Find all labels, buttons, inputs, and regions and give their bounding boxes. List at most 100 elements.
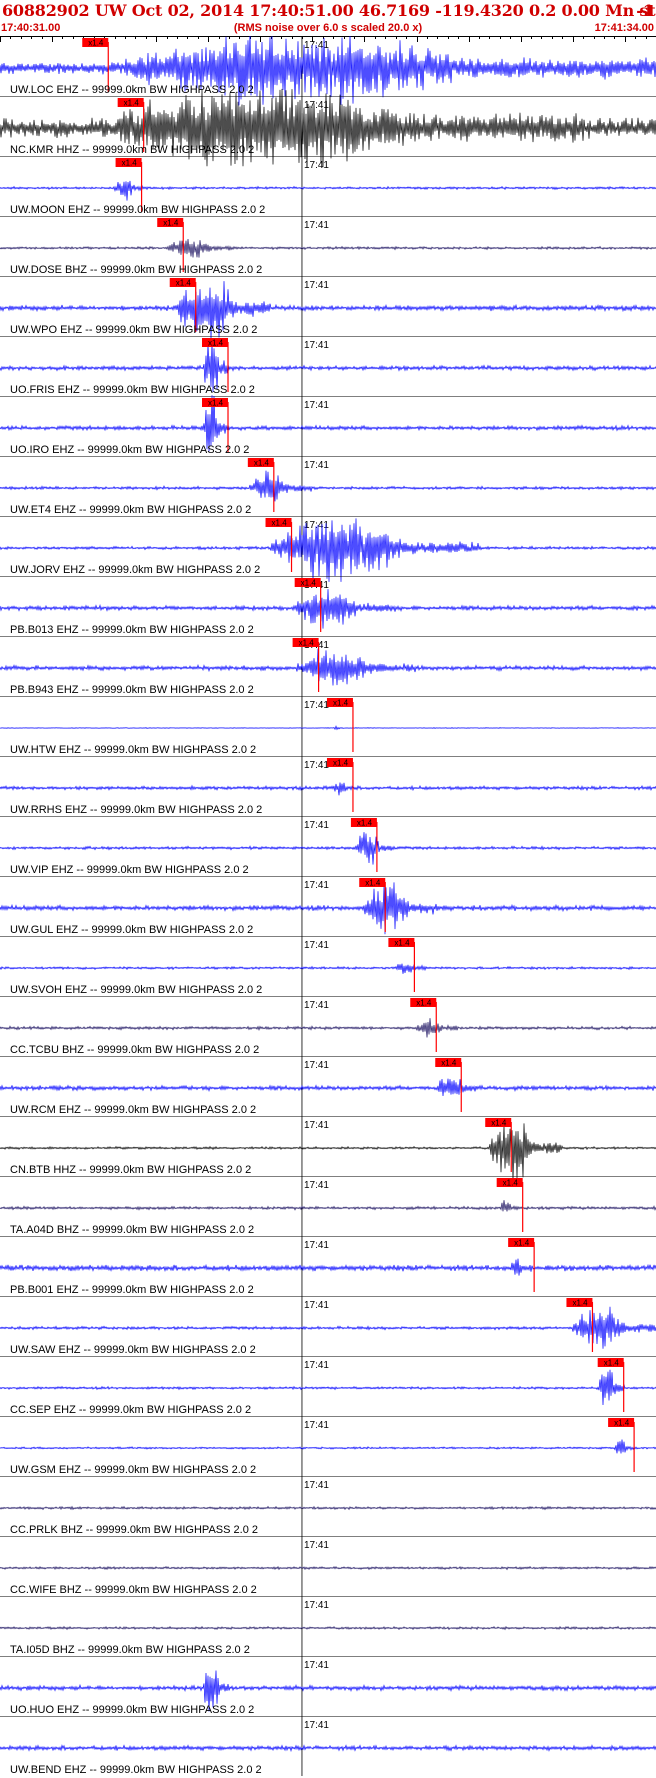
pick-label: x1.4 — [365, 879, 381, 888]
pick-label: x1.4 — [333, 699, 349, 708]
trace-waveform — [0, 1565, 656, 1571]
trace-waveform — [0, 1744, 656, 1753]
trace-row: 17:41 x1.4 UW.VIP EHZ -- 99999.0km BW HIGH… — [0, 816, 656, 876]
trace-row: 17:41 x1.4 UW.GUL EHZ -- 99999.0km BW HIGH… — [0, 876, 656, 936]
station-label: CC.PRLK BHZ -- 99999.0km BW HIGHPASS 2.0… — [10, 1524, 258, 1536]
trace-waveform — [0, 963, 656, 974]
pick-label: x1.4 — [514, 1239, 530, 1248]
pick-label: x1.4 — [124, 99, 140, 108]
pick-label: x1.4 — [614, 1419, 630, 1428]
trace-row: 17:41 x1.4 UW.SVOH EHZ -- 99999.0km BW HIG… — [0, 936, 656, 996]
minute-label: 17:41 — [304, 220, 329, 231]
trace-row: 17:41 x1.4 UO.FRIS EHZ -- 99999.0km BW HIG… — [0, 336, 656, 396]
station-label: UO.HUO EHZ -- 99999.0km BW HIGHPASS 2.0 … — [10, 1704, 254, 1716]
trace-waveform — [0, 1369, 656, 1406]
pick-label: x1.4 — [208, 339, 224, 348]
station-label: PB.B001 EHZ -- 99999.0km BW HIGHPASS 2.0… — [10, 1284, 254, 1296]
trace-waveform — [0, 1258, 656, 1276]
pick-label: x1.4 — [299, 639, 315, 648]
trace-waveform — [0, 832, 656, 865]
station-label: CN.BTB HHZ -- 99999.0km BW HIGHPASS 2.0 … — [10, 1164, 251, 1176]
trace-row: 17:41 x1.4 PB.B001 EHZ -- 99999.0km BW HIG… — [0, 1236, 656, 1296]
trace-row: 17:41x1.4UW.LOC EHZ -- 99999.0km BW HIGH… — [0, 36, 656, 106]
station-label: UW.WPO EHZ -- 99999.0km BW HIGHPASS 2.0 … — [10, 324, 257, 336]
minute-label: 17:41 — [304, 760, 329, 771]
trace-row: 17:41 x1.4 CC.SEP EHZ -- 99999.0km BW HIGH… — [0, 1356, 656, 1416]
trace-row: 17:41 UO.HUO EHZ -- 99999.0km BW HIGHPASS… — [0, 1656, 656, 1716]
end-time: 17:41:34.00 — [594, 22, 654, 34]
pick-label: x1.4 — [88, 39, 104, 48]
station-label: CC.SEP EHZ -- 99999.0km BW HIGHPASS 2.0 … — [10, 1404, 251, 1416]
trace-row: 17:41 x1.4 UW.WPO EHZ -- 99999.0km BW HIGH… — [0, 276, 656, 341]
station-label: UW.MOON EHZ -- 99999.0km BW HIGHPASS 2.0… — [10, 204, 265, 216]
station-label: UW.HTW EHZ -- 99999.0km BW HIGHPASS 2.0 … — [10, 744, 256, 756]
minute-label: 17:41 — [304, 400, 329, 411]
station-label: CC.WIFE BHZ -- 99999.0km BW HIGHPASS 2.0… — [10, 1584, 257, 1596]
trace-waveform — [0, 1078, 656, 1097]
trace-row: 17:41 x1.4 CN.BTB HHZ -- 99999.0km BW HIGH… — [0, 1116, 656, 1181]
station-label: UO.IRO EHZ -- 99999.0km BW HIGHPASS 2.0 … — [10, 444, 249, 456]
station-label: NC.KMR HHZ -- 99999.0km BW HIGHPASS 2.0 … — [10, 144, 254, 156]
minute-label: 17:41 — [304, 340, 329, 351]
station-label: UW.GUL EHZ -- 99999.0km BW HIGHPASS 2.0 … — [10, 924, 253, 936]
station-label: PB.B943 EHZ -- 99999.0km BW HIGHPASS 2.0… — [10, 684, 254, 696]
trace-row: 17:41x1.4PB.B013 EHZ -- 99999.0km BW HIG… — [0, 576, 656, 636]
minute-label: 17:41 — [304, 1360, 329, 1371]
trace-waveform — [0, 238, 656, 258]
minute-label: 17:41 — [304, 700, 329, 711]
station-label: UW.BEND EHZ -- 99999.0km BW HIGHPASS 2.0… — [10, 1764, 262, 1776]
trace-waveform — [0, 648, 656, 686]
pick-label: x1.4 — [604, 1359, 620, 1368]
minute-label: 17:41 — [304, 460, 329, 471]
trace-row: 17:41 x1.4 UW.HTW EHZ -- 99999.0km BW HIGH… — [0, 696, 656, 756]
pick-label: x1.4 — [333, 759, 349, 768]
pick-label: x1.4 — [254, 459, 270, 468]
minute-label: 17:41 — [304, 1120, 329, 1131]
trace-row: 17:41 x1.4 UW.MOON EHZ -- 99999.0km BW HIG… — [0, 156, 656, 216]
minute-label: 17:41 — [304, 1240, 329, 1251]
pick-label: x1.4 — [572, 1299, 588, 1308]
trace-waveform — [0, 589, 656, 629]
minute-label: 17:41 — [304, 1180, 329, 1191]
minute-label: 17:41 — [304, 1060, 329, 1071]
pick-label: x1.4 — [491, 1119, 507, 1128]
station-label: UW.RCM EHZ -- 99999.0km BW HIGHPASS 2.0 … — [10, 1104, 256, 1116]
minute-label: 17:41 — [304, 1540, 329, 1551]
minute-label: 17:41 — [304, 1660, 329, 1671]
station-label: CC.TCBU BHZ -- 99999.0km BW HIGHPASS 2.0… — [10, 1044, 259, 1056]
station-label: UW.LOC EHZ -- 99999.0km BW HIGHPASS 2.0 … — [10, 84, 254, 96]
trace-row: 17:41 x1.4 TA.A04D BHZ -- 99999.0km BW HIG… — [0, 1176, 656, 1236]
minute-label: 17:41 — [304, 1420, 329, 1431]
pick-label: x1.4 — [503, 1179, 519, 1188]
trace-waveform — [0, 1200, 656, 1212]
minute-label: 17:41 — [304, 1480, 329, 1491]
seismogram-traces: 17:41 x1.4 UW.LOC EHZ -- 99999.0km BW HIGH… — [0, 36, 656, 1776]
trace-waveform — [0, 725, 656, 731]
minute-label: 17:41 — [304, 1300, 329, 1311]
trace-waveform — [0, 1306, 656, 1349]
station-label: UW.RRHS EHZ -- 99999.0km BW HIGHPASS 2.0… — [10, 804, 262, 816]
trace-row: 17:41 x1.4 UW.RRHS EHZ -- 99999.0km BW HIG… — [0, 756, 656, 816]
trace-row: 17:41 x1.4 UO.IRO EHZ -- 99999.0km BW HIGH… — [0, 395, 656, 456]
minute-label: 17:41 — [304, 1720, 329, 1731]
station-label: TA.I05D BHZ -- 99999.0km BW HIGHPASS 2.0… — [10, 1644, 250, 1656]
station-label: UW.SAW EHZ -- 99999.0km BW HIGHPASS 2.0 … — [10, 1344, 256, 1356]
pick-label: x1.4 — [163, 219, 179, 228]
pick-label: x1.4 — [272, 519, 288, 528]
station-label: UW.JORV EHZ -- 99999.0km BW HIGHPASS 2.0… — [10, 564, 260, 576]
trace-row: 17:41 x1.4 UW.ET4 EHZ -- 99999.0km BW HIGH… — [0, 456, 656, 516]
trace-waveform — [0, 1018, 656, 1038]
station-label: UO.FRIS EHZ -- 99999.0km BW HIGHPASS 2.0… — [10, 384, 255, 396]
event-title: 60882902 UW Oct 02, 2014 17:40:51.00 46.… — [2, 1, 656, 20]
trace-row: 17:41 x1.4 UW.GSM EHZ -- 99999.0km BW HIGH… — [0, 1416, 656, 1476]
scaling-note: (RMS noise over 6.0 s scaled 20.0 x) — [233, 22, 423, 34]
minute-label: 17:41 — [304, 940, 329, 951]
seismogram-page: 60882902 UW Oct 02, 2014 17:40:51.00 46.… — [0, 0, 656, 1778]
plot-header: 60882902 UW Oct 02, 2014 17:40:51.00 46.… — [0, 0, 656, 36]
trace-waveform — [0, 1505, 656, 1511]
pick-label: x1.4 — [357, 819, 373, 828]
station-label: UW.DOSE BHZ -- 99999.0km BW HIGHPASS 2.0… — [10, 264, 262, 276]
pick-label: x1.4 — [208, 399, 224, 408]
pick-label: x1.4 — [176, 279, 192, 288]
trace-row: 17:41 x1.4 UW.DOSE BHZ -- 99999.0km BW HIG… — [0, 216, 656, 276]
